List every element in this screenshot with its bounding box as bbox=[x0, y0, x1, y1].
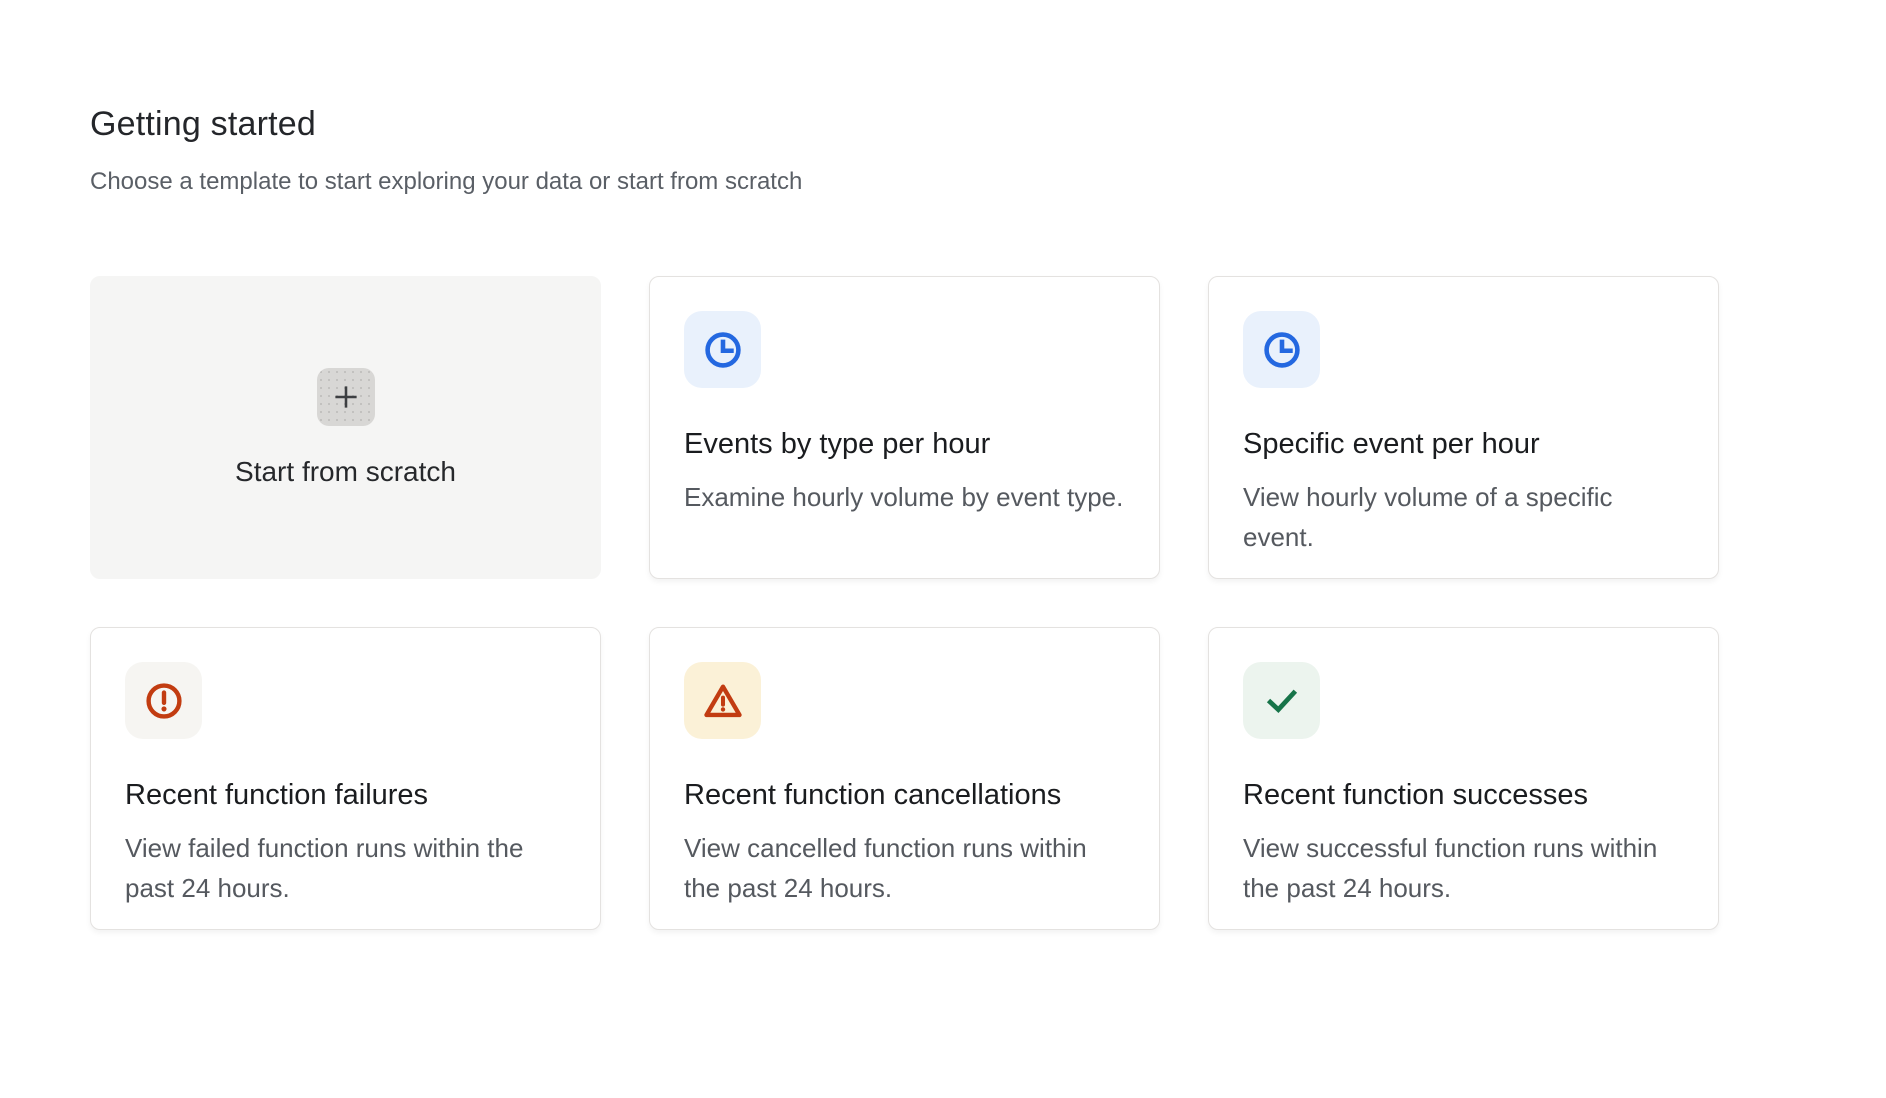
clock-icon bbox=[1243, 311, 1320, 388]
template-card-recent-function-cancellations[interactable]: Recent function cancellations View cance… bbox=[649, 627, 1160, 930]
template-card-recent-function-successes[interactable]: Recent function successes View successfu… bbox=[1208, 627, 1719, 930]
warning-triangle-icon bbox=[684, 662, 761, 739]
start-from-scratch-label: Start from scratch bbox=[235, 456, 456, 488]
template-title: Recent function successes bbox=[1243, 779, 1684, 812]
page-subtitle: Choose a template to start exploring you… bbox=[90, 168, 1886, 196]
check-icon bbox=[1243, 662, 1320, 739]
page-title: Getting started bbox=[90, 105, 1886, 144]
template-card-recent-function-failures[interactable]: Recent function failures View failed fun… bbox=[90, 627, 601, 930]
template-title: Recent function cancellations bbox=[684, 779, 1125, 812]
getting-started-page: Getting started Choose a template to sta… bbox=[0, 0, 1886, 930]
plus-icon bbox=[317, 368, 375, 426]
template-description: View successful function runs within the… bbox=[1243, 828, 1684, 908]
template-title: Events by type per hour bbox=[684, 428, 1125, 461]
template-title: Recent function failures bbox=[125, 779, 566, 812]
template-grid: Start from scratch Events by type per ho… bbox=[90, 276, 1886, 930]
template-title: Specific event per hour bbox=[1243, 428, 1684, 461]
alert-circle-icon bbox=[125, 662, 202, 739]
clock-icon bbox=[684, 311, 761, 388]
template-description: View cancelled function runs within the … bbox=[684, 828, 1125, 908]
start-from-scratch-card[interactable]: Start from scratch bbox=[90, 276, 601, 579]
template-description: View hourly volume of a specific event. bbox=[1243, 477, 1684, 557]
template-card-specific-event-per-hour[interactable]: Specific event per hour View hourly volu… bbox=[1208, 276, 1719, 579]
template-description: View failed function runs within the pas… bbox=[125, 828, 566, 908]
template-description: Examine hourly volume by event type. bbox=[684, 477, 1125, 517]
template-card-events-by-type-per-hour[interactable]: Events by type per hour Examine hourly v… bbox=[649, 276, 1160, 579]
